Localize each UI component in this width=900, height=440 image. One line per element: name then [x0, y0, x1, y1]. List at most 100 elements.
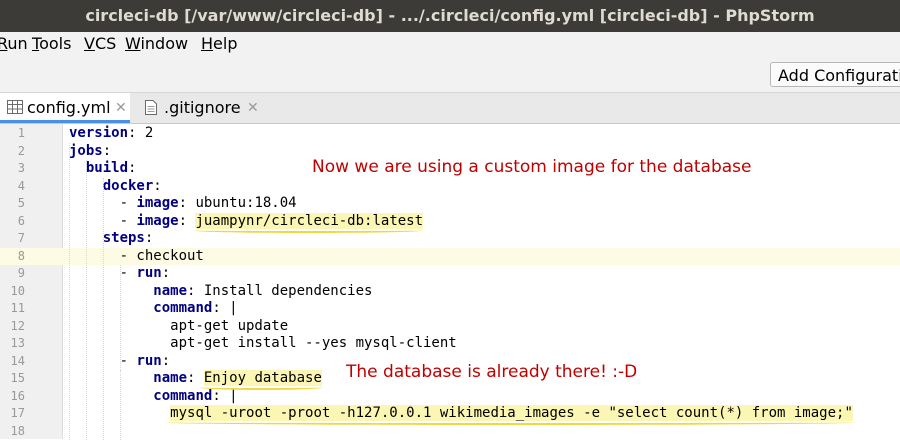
code-token: :: [103, 143, 111, 159]
menu-tools[interactable]: Tools: [32, 32, 71, 56]
code-line[interactable]: 18: [0, 423, 900, 440]
menu-help[interactable]: Help: [201, 32, 237, 56]
code-line[interactable]: 12 apt-get update: [0, 318, 900, 336]
code-token: - checkout: [69, 248, 204, 264]
code-token: : |: [212, 300, 237, 316]
code-token: :: [187, 370, 204, 386]
code-line[interactable]: 4 docker:: [0, 178, 900, 196]
annotation-already-there: The database is already there! :-D: [346, 362, 637, 382]
line-number: 9: [0, 265, 25, 283]
line-number: 18: [0, 423, 25, 440]
highlighted-value: Enjoy database: [204, 370, 322, 386]
menu-bar: Run Tools VCS Window Help: [0, 32, 900, 56]
yaml-key: version: [69, 125, 128, 141]
line-number: 4: [0, 178, 25, 196]
indent-guide: [120, 370, 121, 440]
code-token: apt-get update: [69, 318, 288, 334]
highlighted-value: juampynr/circleci-db:latest: [195, 213, 423, 229]
close-icon[interactable]: ✕: [115, 93, 127, 123]
code-line[interactable]: 13 apt-get install --yes mysql-client: [0, 335, 900, 353]
code-line[interactable]: 7 steps:: [0, 230, 900, 248]
code-token: [69, 300, 153, 316]
code-token: [69, 283, 153, 299]
menu-vcs[interactable]: VCS: [84, 32, 116, 56]
yaml-key: command: [153, 388, 212, 404]
line-number: 15: [0, 370, 25, 388]
indent-guide: [69, 143, 70, 440]
code-text: apt-get install --yes mysql-client: [69, 335, 457, 353]
yaml-key: jobs: [69, 143, 103, 159]
highlight-underline: [200, 385, 322, 390]
code-token: :: [145, 230, 153, 246]
code-line[interactable]: 6 - image: juampynr/circleci-db:latest: [0, 213, 900, 231]
code-text: apt-get update: [69, 318, 288, 336]
line-number: 16: [0, 388, 25, 406]
code-token: :: [128, 160, 136, 176]
code-token: [69, 370, 153, 386]
code-text: command: |: [69, 300, 238, 318]
code-token: apt-get install --yes mysql-client: [69, 335, 457, 351]
code-text: version: 2: [69, 125, 153, 143]
line-number: 6: [0, 213, 25, 231]
code-token: : 2: [128, 125, 153, 141]
code-text: command: |: [69, 388, 238, 406]
code-text: jobs:: [69, 143, 111, 161]
close-icon[interactable]: ✕: [247, 93, 259, 123]
code-token: :: [179, 213, 196, 229]
code-text: steps:: [69, 230, 153, 248]
code-token: : |: [212, 388, 237, 404]
line-number: 8: [0, 248, 25, 266]
menu-run[interactable]: Run: [0, 32, 28, 56]
text-file-icon: [145, 100, 157, 115]
code-line[interactable]: 1 version: 2: [0, 125, 900, 143]
code-line[interactable]: 5 - image: ubuntu:18.04: [0, 195, 900, 213]
code-text: build:: [69, 160, 136, 178]
code-token: :: [162, 265, 170, 281]
code-line[interactable]: 11 command: |: [0, 300, 900, 318]
code-token: [69, 388, 153, 404]
code-token: [69, 160, 86, 176]
window-title: circleci-db [/var/www/circleci-db] - ...…: [85, 6, 814, 25]
code-line[interactable]: 8 - checkout: [0, 248, 900, 266]
menu-window[interactable]: Window: [125, 32, 188, 56]
line-number: 2: [0, 143, 25, 161]
yaml-key: image: [136, 195, 178, 211]
yaml-key: command: [153, 300, 212, 316]
code-line[interactable]: 16 command: |: [0, 388, 900, 406]
tab-gitignore[interactable]: .gitignore ✕: [134, 93, 264, 123]
code-text: - checkout: [69, 248, 204, 266]
indent-guide: [120, 265, 121, 370]
line-number: 7: [0, 230, 25, 248]
yaml-file-icon: [7, 100, 23, 114]
yaml-key: run: [136, 265, 161, 281]
code-text: name: Install dependencies: [69, 283, 372, 301]
yaml-key: docker: [103, 178, 154, 194]
annotation-custom-image: Now we are using a custom image for the …: [312, 157, 752, 177]
highlight-underline: [194, 228, 422, 233]
code-token: :: [153, 178, 161, 194]
highlight-underline: [166, 420, 854, 425]
code-token: : Install dependencies: [187, 283, 372, 299]
yaml-key: build: [86, 160, 128, 176]
toolbar: Add Configuration...: [0, 56, 900, 93]
code-text: docker:: [69, 178, 162, 196]
add-configuration-button[interactable]: Add Configuration...: [770, 62, 900, 87]
code-text: - image: juampynr/circleci-db:latest: [69, 213, 423, 231]
line-number: 1: [0, 125, 25, 143]
editor-tab-bar: config.yml ✕ .gitignore ✕: [0, 93, 900, 124]
line-number: 17: [0, 405, 25, 423]
tab-label: .gitignore: [164, 93, 241, 123]
yaml-key: run: [136, 353, 161, 369]
code-line[interactable]: 9 - run:: [0, 265, 900, 283]
yaml-key: steps: [103, 230, 145, 246]
code-line[interactable]: 10 name: Install dependencies: [0, 283, 900, 301]
code-token: :: [162, 353, 170, 369]
indent-guide: [86, 160, 87, 440]
indent-guide: [103, 178, 104, 440]
line-number: 13: [0, 335, 25, 353]
yaml-key: name: [153, 283, 187, 299]
line-number: 14: [0, 353, 25, 371]
line-number: 5: [0, 195, 25, 213]
tab-config-yml[interactable]: config.yml ✕: [0, 93, 130, 123]
line-number: 10: [0, 283, 25, 301]
